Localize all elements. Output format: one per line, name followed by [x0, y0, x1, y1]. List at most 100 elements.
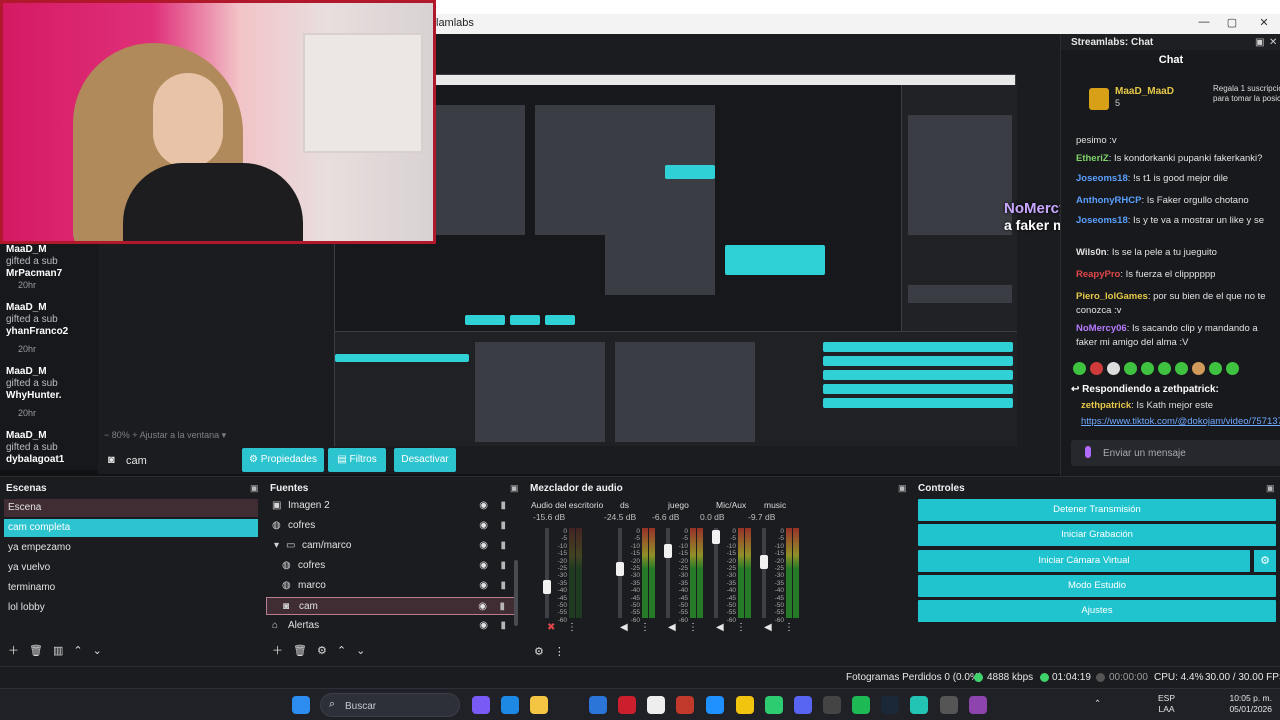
chat-username[interactable]: Joseoms18 — [1076, 215, 1128, 226]
fader-handle[interactable] — [760, 555, 768, 570]
chat-username[interactable]: ReapyPro — [1076, 269, 1120, 280]
move-up-icon[interactable]: ⌃ — [337, 645, 346, 657]
chat-username[interactable]: EtheriZ — [1076, 153, 1109, 164]
reply-link[interactable]: https://www.tiktok.com/@dokojam/video/75… — [1081, 416, 1280, 427]
fader-handle[interactable] — [543, 579, 551, 594]
speaker-icon[interactable]: ◀ — [716, 622, 724, 633]
valorant-icon[interactable] — [676, 696, 694, 714]
lock-icon[interactable]: ▮ — [500, 520, 506, 531]
chat-username[interactable]: Piero_lolGames — [1076, 291, 1148, 302]
chevron-down-icon[interactable]: ▾ — [222, 430, 227, 440]
settings-icon[interactable] — [823, 696, 841, 714]
clock[interactable]: 10:05 p. m. 05/01/2026 — [1222, 693, 1272, 715]
stop-stream-button[interactable]: Detener Transmisión — [918, 499, 1276, 521]
properties-button[interactable]: ⚙ Propiedades — [242, 448, 324, 472]
outlook-icon[interactable] — [589, 696, 607, 714]
popout-icon[interactable]: ▣ — [1255, 37, 1264, 48]
chat-username[interactable]: Wils0n — [1076, 247, 1107, 258]
folder-icon[interactable] — [530, 696, 548, 714]
eye-icon[interactable]: ◉ — [479, 560, 488, 571]
fader-handle[interactable] — [664, 543, 672, 558]
language-indicator[interactable]: ESP LAA — [1158, 693, 1175, 715]
obs-icon[interactable] — [940, 696, 958, 714]
source-item[interactable]: ◍ cofres ◉ ▮ — [266, 517, 516, 535]
close-icon[interactable]: ✕ — [1269, 37, 1277, 48]
add-icon[interactable]: ＋ — [272, 645, 283, 657]
zoom-in-button[interactable]: + — [132, 430, 139, 440]
more-icon[interactable]: ⋮ — [784, 622, 794, 633]
scene-item[interactable]: lol lobby — [4, 599, 258, 617]
lock-icon[interactable]: ▮ — [500, 620, 506, 631]
volume-fader[interactable] — [666, 528, 670, 618]
chat-input[interactable] — [1103, 444, 1273, 462]
popout-icon[interactable]: ▣ — [510, 483, 519, 494]
trash-icon[interactable]: 🗑 — [293, 645, 307, 657]
discord-icon[interactable] — [794, 696, 812, 714]
settings-button[interactable]: Ajustes — [918, 600, 1276, 622]
fader-handle[interactable] — [712, 530, 720, 544]
eye-icon[interactable]: ◉ — [479, 540, 488, 551]
scene-item[interactable]: cam completa — [4, 519, 258, 537]
lock-icon[interactable]: ▮ — [499, 601, 505, 612]
source-item[interactable]: ◍ marco ◉ ▮ — [266, 577, 516, 595]
volume-fader[interactable] — [545, 528, 549, 618]
chevron-up-icon[interactable]: ⌃ — [1094, 698, 1101, 709]
volume-fader[interactable] — [762, 528, 766, 618]
minimize-icon[interactable]: — — [1196, 16, 1212, 28]
gear-icon[interactable]: ⚙ — [1254, 550, 1276, 572]
stream-preview[interactable] — [334, 74, 1017, 459]
maximize-icon[interactable]: ▢ — [1224, 16, 1240, 29]
edge-icon[interactable] — [501, 696, 519, 714]
scene-item[interactable]: ya empezamo — [4, 539, 258, 557]
studio-mode-button[interactable]: Modo Estudio — [918, 575, 1276, 597]
zoom-out-button[interactable]: − — [104, 430, 112, 440]
eye-icon[interactable]: ◉ — [479, 500, 488, 511]
app-icon[interactable] — [736, 696, 754, 714]
source-item[interactable]: ▾ ▭ cam/marco ◉ ▮ — [266, 537, 516, 555]
taskbar-search-input[interactable] — [345, 698, 453, 714]
more-icon[interactable]: ⋮ — [736, 622, 746, 633]
speaker-icon[interactable]: ◀ — [668, 622, 676, 633]
gear-icon[interactable]: ⚙ — [317, 645, 327, 657]
speaker-icon[interactable]: ◀ — [620, 622, 628, 633]
scene-item[interactable]: Escena — [4, 499, 258, 517]
opera-icon[interactable] — [618, 696, 636, 714]
mute-icon[interactable]: ✖ — [547, 622, 555, 633]
fader-handle[interactable] — [616, 561, 624, 576]
app-icon[interactable] — [969, 696, 987, 714]
gear-icon[interactable]: ⚙ — [534, 646, 544, 658]
app-icon[interactable] — [706, 696, 724, 714]
chat-username[interactable]: Joseoms18 — [1076, 173, 1128, 184]
more-icon[interactable]: ⋮ — [567, 622, 577, 633]
eye-icon[interactable]: ◉ — [479, 620, 488, 631]
trash-icon[interactable]: 🗑 — [29, 645, 43, 657]
popout-icon[interactable]: ▣ — [1266, 483, 1275, 494]
scene-item[interactable]: ya vuelvo — [4, 559, 258, 577]
fit-window[interactable]: Ajustar a la ventana — [140, 430, 220, 440]
popout-icon[interactable]: ▣ — [250, 483, 259, 494]
chat-username[interactable]: AnthonyRHCP — [1076, 195, 1141, 206]
scene-item[interactable]: terminamo — [4, 579, 258, 597]
sources-scrollbar[interactable] — [514, 560, 518, 626]
more-icon[interactable]: ⋮ — [688, 622, 698, 633]
steam-icon[interactable] — [881, 696, 899, 714]
taskbar-search[interactable]: ⌕ — [320, 693, 460, 717]
chat-username[interactable]: NoMercy06 — [1076, 323, 1127, 334]
source-item[interactable]: ⌂ Alertas ◉ ▮ — [266, 617, 516, 635]
deactivate-button[interactable]: Desactivar — [394, 448, 456, 472]
windows-start-icon[interactable] — [292, 696, 310, 714]
eye-icon[interactable]: ◉ — [479, 580, 488, 591]
popout-icon[interactable]: ▣ — [898, 483, 907, 494]
notepad-icon[interactable] — [647, 696, 665, 714]
copilot-icon[interactable] — [472, 696, 490, 714]
move-down-icon[interactable]: ⌄ — [356, 645, 365, 657]
eye-icon[interactable]: ◉ — [479, 520, 488, 531]
lock-icon[interactable]: ▮ — [500, 580, 506, 591]
streamlabs-icon[interactable] — [910, 696, 928, 714]
start-virtual-cam-button[interactable]: Iniciar Cámara Virtual — [918, 550, 1250, 572]
move-up-icon[interactable]: ⌃ — [73, 645, 82, 657]
more-icon[interactable]: ⋮ — [640, 622, 650, 633]
lock-icon[interactable]: ▮ — [500, 540, 506, 551]
add-icon[interactable]: ＋ — [8, 645, 19, 657]
move-down-icon[interactable]: ⌄ — [93, 645, 102, 657]
